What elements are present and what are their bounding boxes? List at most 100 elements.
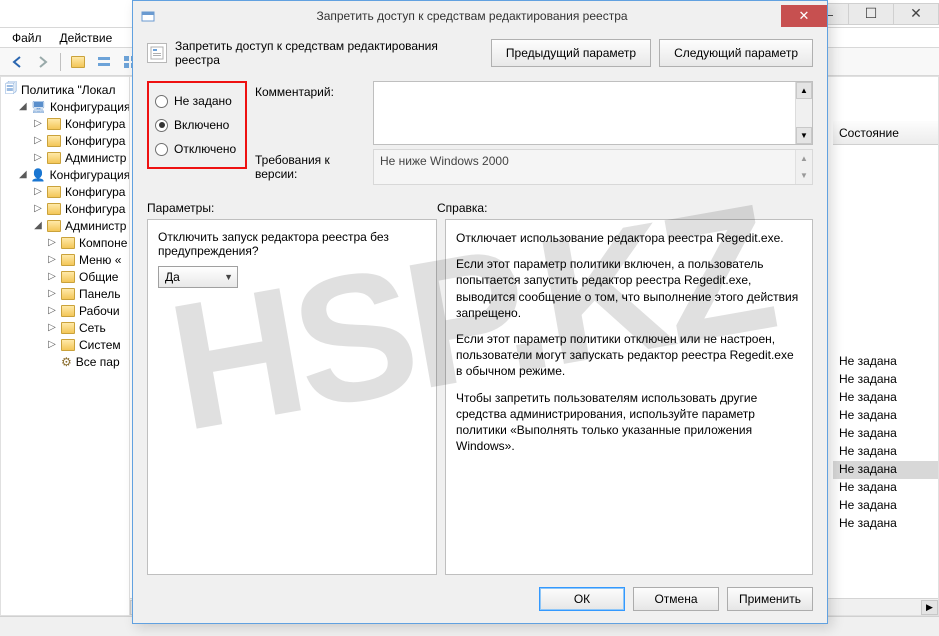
expand-icon[interactable]: ▷ [47, 322, 57, 333]
tree-item[interactable]: ▷Компоне [47, 234, 129, 251]
expand-icon[interactable]: ▷ [47, 237, 57, 248]
column-header-state[interactable]: Состояние [833, 121, 938, 145]
tree-item[interactable]: ◢Администр [33, 217, 129, 234]
list-row-state[interactable]: Не задана [833, 407, 938, 425]
parent-maximize-button[interactable]: ☐ [848, 3, 894, 25]
scroll-up-icon[interactable]: ▲ [796, 150, 812, 167]
list-row-state[interactable]: Не задана [833, 389, 938, 407]
collapse-icon[interactable]: ◢ [19, 101, 27, 112]
list-row-state[interactable]: Не задана [833, 353, 938, 371]
tree-computer-config[interactable]: ◢🖥Конфигурация [19, 98, 129, 115]
tree-item[interactable]: ▷ Администр [33, 149, 129, 166]
state-column: Не заданаНе заданаНе заданаНе заданаНе з… [833, 353, 938, 533]
radio-not-configured[interactable]: Не задано [155, 89, 239, 113]
expand-icon[interactable]: ▷ [47, 271, 57, 282]
policy-item-icon [147, 43, 167, 63]
expand-icon[interactable]: ▷ [33, 135, 43, 146]
dialog-close-button[interactable]: ✕ [781, 5, 827, 27]
tree-root-label: Политика "Локал [21, 83, 115, 97]
list-row-state[interactable]: Не задана [833, 479, 938, 497]
cancel-button[interactable]: Отмена [633, 587, 719, 611]
expand-icon[interactable]: ▷ [33, 186, 43, 197]
radio-group-highlight: Не задано Включено Отключено [147, 81, 247, 169]
tree-label: Общие [79, 270, 118, 284]
expand-icon[interactable]: ▷ [47, 305, 57, 316]
toolbar-forward-button[interactable] [32, 51, 54, 73]
toolbar-view-list-button[interactable] [93, 51, 115, 73]
collapse-icon[interactable]: ◢ [19, 169, 27, 180]
tree-label: Конфигура [65, 117, 125, 131]
list-row-state[interactable]: Не задана [833, 443, 938, 461]
radio-icon[interactable] [155, 143, 168, 156]
tree-user-config[interactable]: ◢👤Конфигурация [19, 166, 129, 183]
radio-label: Включено [174, 118, 229, 132]
tree-item[interactable]: ⚙Все пар [47, 353, 129, 370]
tree-item[interactable]: ▷Панель [47, 285, 129, 302]
list-row-state[interactable]: Не задана [833, 515, 938, 533]
next-setting-button[interactable]: Следующий параметр [659, 39, 813, 67]
option-select[interactable]: Да ▼ [158, 266, 238, 288]
tree-item[interactable]: ▷Конфигура [33, 200, 129, 217]
help-paragraph: Если этот параметр политики включен, а п… [456, 256, 802, 321]
help-paragraph: Чтобы запретить пользователям использова… [456, 390, 802, 455]
tree-item[interactable]: ▷Меню « [47, 251, 129, 268]
radio-label: Отключено [174, 142, 236, 156]
tree-item[interactable]: ▷Рабочи [47, 302, 129, 319]
expand-icon[interactable]: ▷ [47, 254, 57, 265]
tree-item[interactable]: ▷ Конфигура [33, 115, 129, 132]
tree-item[interactable]: ▷Конфигура [33, 183, 129, 200]
options-panel: Отключить запуск редактора реестра без п… [147, 219, 437, 575]
scroll-right-icon[interactable]: ▶ [921, 600, 938, 615]
expand-icon[interactable]: ▷ [47, 288, 57, 299]
tree-label: Администр [65, 151, 126, 165]
vertical-scrollbar[interactable]: ▲▼ [795, 150, 812, 184]
radio-disabled[interactable]: Отключено [155, 137, 239, 161]
tree-label: Конфигура [65, 134, 125, 148]
vertical-scrollbar[interactable]: ▲▼ [795, 82, 812, 144]
dialog-button-bar: ОК Отмена Применить [133, 575, 827, 623]
toolbar-back-button[interactable] [6, 51, 28, 73]
menu-file[interactable]: Файл [6, 30, 48, 45]
tree-pane[interactable]: 🗐Политика "Локал ◢🖥Конфигурация ▷ Конфигу… [0, 76, 130, 616]
apply-button[interactable]: Применить [727, 587, 813, 611]
parent-close-button[interactable]: ✕ [893, 3, 939, 25]
toolbar-up-button[interactable] [67, 51, 89, 73]
list-row-state[interactable]: Не задана [833, 371, 938, 389]
list-row-state[interactable]: Не задана [833, 461, 938, 479]
scroll-down-icon[interactable]: ▼ [796, 127, 812, 144]
list-row-state[interactable]: Не задана [833, 497, 938, 515]
folder-icon [47, 152, 61, 164]
expand-icon[interactable]: ▷ [47, 339, 57, 350]
prev-setting-button[interactable]: Предыдущий параметр [491, 39, 651, 67]
policy-name: Запретить доступ к средствам редактирова… [175, 39, 483, 67]
tree-label: Конфигурация [50, 100, 130, 114]
menu-action[interactable]: Действие [54, 30, 119, 45]
tree-item[interactable]: ▷ Конфигура [33, 132, 129, 149]
expand-icon[interactable]: ▷ [33, 118, 43, 129]
requirements-label: Требования к версии: [255, 149, 365, 181]
ok-button[interactable]: ОК [539, 587, 625, 611]
tree-label: Систем [79, 338, 121, 352]
help-section-label: Справка: [437, 201, 813, 215]
comment-textarea[interactable]: ▲▼ [373, 81, 813, 145]
tree-root[interactable]: 🗐Политика "Локал [5, 81, 129, 98]
tree-item[interactable]: ▷ Систем [47, 336, 129, 353]
collapse-icon[interactable]: ◢ [33, 220, 43, 231]
scroll-up-icon[interactable]: ▲ [796, 82, 812, 99]
requirements-text: Не ниже Windows 2000 [380, 154, 509, 168]
expand-icon[interactable]: ▷ [33, 203, 43, 214]
radio-icon[interactable] [155, 95, 168, 108]
folder-icon [61, 305, 75, 317]
radio-icon[interactable] [155, 119, 168, 132]
list-row-state[interactable]: Не задана [833, 425, 938, 443]
expand-icon[interactable]: ▷ [33, 152, 43, 163]
params-section-label: Параметры: [147, 201, 437, 215]
help-panel: Отключает использование редактора реестр… [445, 219, 813, 575]
tree-label: Сеть [79, 321, 106, 335]
tree-item[interactable]: ▷ Общие [47, 268, 129, 285]
scroll-down-icon[interactable]: ▼ [796, 167, 812, 184]
dialog-titlebar[interactable]: Запретить доступ к средствам редактирова… [133, 1, 827, 31]
tree-item[interactable]: ▷ Сеть [47, 319, 129, 336]
folder-icon [47, 118, 61, 130]
radio-enabled[interactable]: Включено [155, 113, 239, 137]
